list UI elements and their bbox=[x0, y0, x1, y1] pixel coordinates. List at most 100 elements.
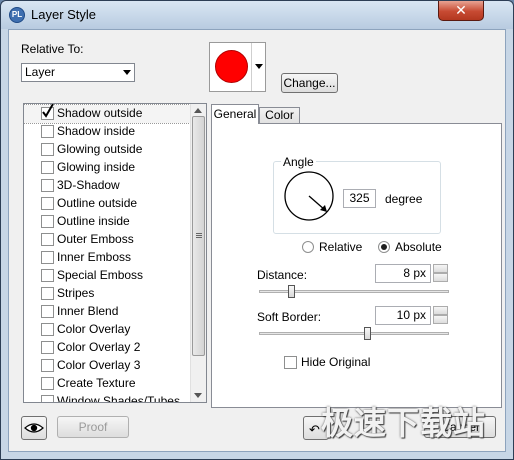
effect-checkbox[interactable] bbox=[41, 125, 54, 138]
effects-list[interactable]: Shadow outside Shadow inside Glowing outsi… bbox=[23, 103, 207, 403]
change-button[interactable]: Change... bbox=[281, 73, 338, 93]
distance-label: Distance: bbox=[257, 268, 308, 282]
effect-checkbox[interactable] bbox=[41, 251, 54, 264]
hide-original-label: Hide Original bbox=[301, 355, 371, 369]
effect-label: Glowing outside bbox=[57, 142, 143, 156]
effect-label: Stripes bbox=[57, 286, 95, 300]
soft-border-spinner[interactable] bbox=[433, 306, 448, 325]
shadow-color-picker[interactable] bbox=[209, 42, 266, 92]
relative-to-label: Relative To: bbox=[21, 42, 84, 56]
effect-label: Window Shades/Tubes bbox=[57, 394, 180, 403]
relative-to-select[interactable]: Layer bbox=[21, 63, 135, 82]
angle-label: Angle bbox=[281, 155, 316, 169]
effect-list-item[interactable]: Stripes bbox=[24, 285, 190, 303]
effect-list-item[interactable]: Glowing outside bbox=[24, 141, 190, 159]
relative-radio-label: Relative bbox=[319, 240, 363, 254]
relative-to-value: Layer bbox=[25, 65, 56, 79]
spin-up-icon[interactable] bbox=[433, 264, 448, 273]
tab-color[interactable]: Color bbox=[259, 107, 300, 124]
scroll-up-icon[interactable] bbox=[194, 108, 202, 113]
distance-input[interactable]: 8 px bbox=[375, 264, 431, 283]
close-button[interactable]: ✕ bbox=[438, 1, 484, 21]
effect-label: Create Texture bbox=[57, 376, 136, 390]
effect-list-item[interactable]: Outline inside bbox=[24, 213, 190, 231]
soft-border-slider-track[interactable] bbox=[259, 332, 449, 335]
soft-border-label: Soft Border: bbox=[257, 310, 322, 324]
spin-down-icon[interactable] bbox=[433, 273, 448, 282]
angle-input[interactable]: 325 bbox=[343, 189, 376, 208]
effect-label: Color Overlay bbox=[57, 322, 131, 336]
effect-checkbox[interactable] bbox=[41, 323, 54, 336]
tab-general[interactable]: General bbox=[211, 104, 259, 124]
preview-toggle-button[interactable] bbox=[21, 416, 47, 440]
soft-border-slider-thumb[interactable] bbox=[364, 327, 372, 340]
effect-list-item[interactable]: Special Emboss bbox=[24, 267, 190, 285]
check-icon bbox=[42, 104, 54, 118]
angle-unit: degree bbox=[385, 192, 423, 206]
hide-original-checkbox[interactable] bbox=[284, 356, 297, 369]
angle-dial[interactable] bbox=[283, 170, 335, 222]
spin-up-icon[interactable] bbox=[433, 306, 448, 315]
effect-checkbox[interactable] bbox=[41, 377, 54, 390]
effect-list-item[interactable]: Shadow inside bbox=[24, 123, 190, 141]
watermark-text: 极速下载站 bbox=[321, 404, 487, 442]
effect-list-item[interactable]: Inner Emboss bbox=[24, 249, 190, 267]
effects-scrollbar[interactable] bbox=[190, 104, 206, 402]
effect-list-item[interactable]: Outer Emboss bbox=[24, 231, 190, 249]
effect-label: Glowing inside bbox=[57, 160, 136, 174]
effect-checkbox[interactable] bbox=[41, 179, 54, 192]
scroll-thumb[interactable] bbox=[192, 116, 205, 356]
effect-label: Outline outside bbox=[57, 196, 138, 210]
effect-label: Inner Emboss bbox=[57, 250, 132, 264]
effect-list-item[interactable]: Color Overlay 3 bbox=[24, 357, 190, 375]
color-dropdown-arrow[interactable] bbox=[251, 43, 265, 91]
title-bar[interactable]: PL Layer Style ✕ bbox=[1, 1, 513, 29]
effect-label: Shadow inside bbox=[57, 124, 136, 138]
effect-list-item[interactable]: Outline outside bbox=[24, 195, 190, 213]
shadow-color-swatch bbox=[215, 50, 248, 83]
app-icon: PL bbox=[9, 7, 25, 23]
effect-label: Outline inside bbox=[57, 214, 130, 228]
effect-checkbox[interactable] bbox=[41, 161, 54, 174]
effect-list-item[interactable]: Color Overlay 2 bbox=[24, 339, 190, 357]
effect-checkbox[interactable] bbox=[41, 143, 54, 156]
distance-spinner[interactable] bbox=[433, 264, 448, 283]
effect-list-item[interactable]: Shadow outside bbox=[24, 104, 191, 124]
undo-icon: ↶ bbox=[309, 422, 320, 437]
effect-list-item[interactable]: 3D-Shadow bbox=[24, 177, 190, 195]
effect-list-item[interactable]: Color Overlay bbox=[24, 321, 190, 339]
general-tab-panel: Angle 325 degree Relative Absolute Dista… bbox=[211, 123, 502, 408]
window-title: Layer Style bbox=[31, 7, 97, 22]
distance-slider-thumb[interactable] bbox=[288, 285, 296, 298]
scroll-down-icon[interactable] bbox=[194, 393, 202, 398]
effect-checkbox[interactable] bbox=[41, 305, 54, 318]
layer-style-window: PL Layer Style ✕ Relative To: Layer Chan… bbox=[0, 0, 514, 460]
absolute-radio[interactable] bbox=[378, 241, 390, 253]
effect-list-item[interactable]: Window Shades/Tubes bbox=[24, 393, 190, 403]
effect-checkbox[interactable] bbox=[41, 341, 54, 354]
soft-border-input[interactable]: 10 px bbox=[375, 306, 431, 325]
effect-checkbox[interactable] bbox=[41, 197, 54, 210]
effect-checkbox[interactable] bbox=[41, 269, 54, 282]
chevron-down-icon bbox=[123, 70, 131, 75]
proof-button[interactable]: Proof bbox=[57, 416, 129, 438]
effect-label: Color Overlay 2 bbox=[57, 340, 141, 354]
grip-icon bbox=[196, 233, 202, 234]
effect-checkbox[interactable] bbox=[41, 359, 54, 372]
effect-label: Color Overlay 3 bbox=[57, 358, 141, 372]
effect-list-item[interactable]: Create Texture bbox=[24, 375, 190, 393]
effect-label: Special Emboss bbox=[57, 268, 144, 282]
relative-radio[interactable] bbox=[302, 241, 314, 253]
chevron-down-icon bbox=[255, 64, 263, 69]
effect-list-item[interactable]: Glowing inside bbox=[24, 159, 190, 177]
effect-checkbox[interactable] bbox=[41, 395, 54, 402]
absolute-radio-label: Absolute bbox=[395, 240, 442, 254]
effect-label: Shadow outside bbox=[57, 106, 143, 120]
effect-checkbox[interactable] bbox=[41, 233, 54, 246]
effect-list-item[interactable]: Inner Blend bbox=[24, 303, 190, 321]
effect-checkbox[interactable] bbox=[41, 215, 54, 228]
effect-checkbox[interactable] bbox=[41, 104, 54, 120]
effect-checkbox[interactable] bbox=[41, 287, 54, 300]
spin-down-icon[interactable] bbox=[433, 315, 448, 324]
effect-label: 3D-Shadow bbox=[57, 178, 120, 192]
